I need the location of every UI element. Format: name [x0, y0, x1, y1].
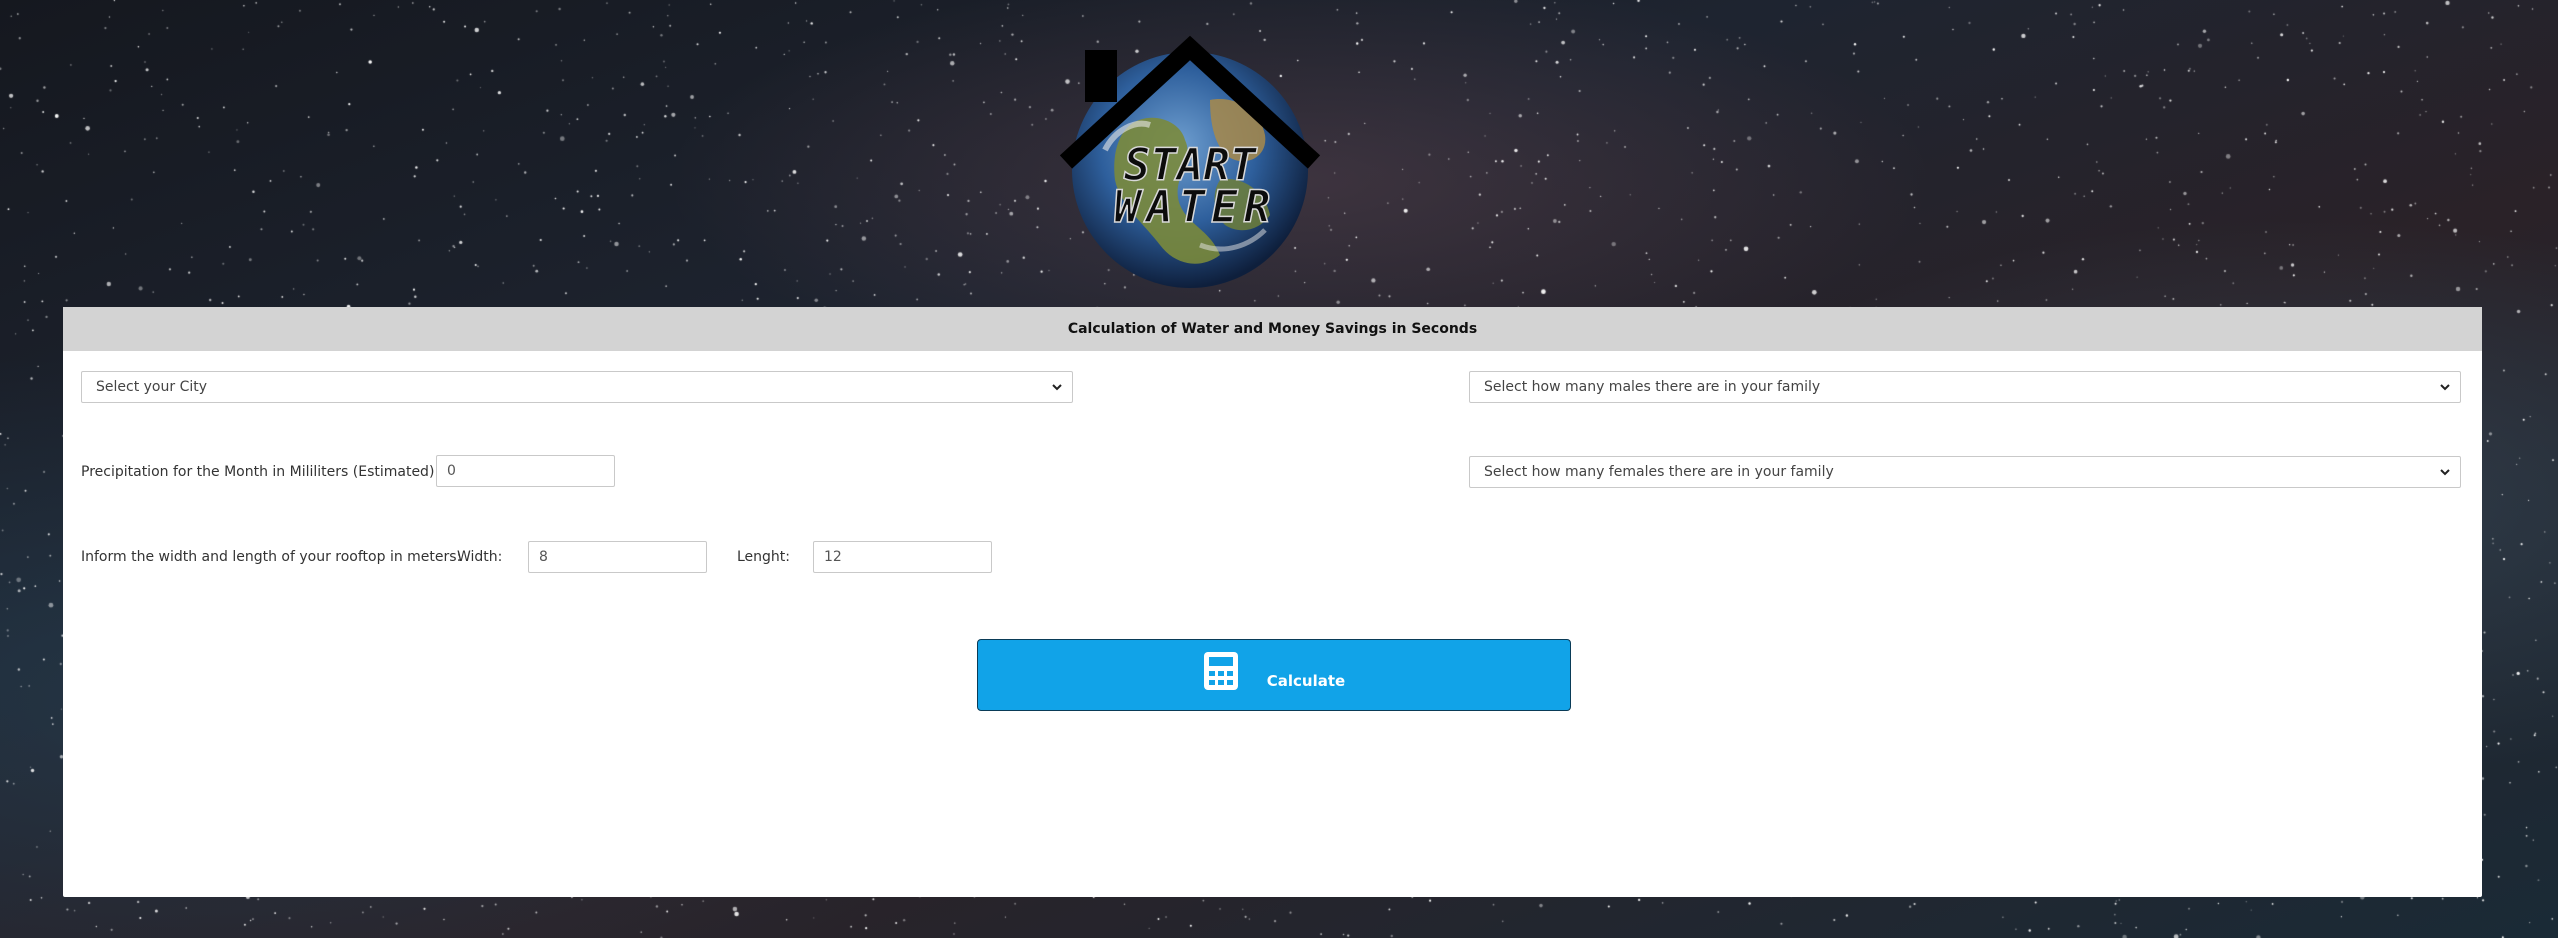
- calculator-icon: [1203, 652, 1238, 690]
- city-select-value: Select your City: [96, 379, 208, 395]
- males-select[interactable]: Select how many males there are in your …: [1469, 371, 2461, 403]
- panel-title: Calculation of Water and Money Savings i…: [1067, 321, 1478, 337]
- logo-text-line2: WATER: [1114, 182, 1276, 233]
- rooftop-label: Inform the width and length of your roof…: [81, 549, 462, 565]
- calculate-button[interactable]: Calculate: [977, 639, 1571, 711]
- width-label: Width:: [457, 549, 503, 565]
- length-label: Lenght:: [737, 549, 791, 565]
- chevron-down-icon: [1052, 384, 1062, 391]
- females-select[interactable]: Select how many females there are in you…: [1469, 456, 2461, 488]
- start-water-logo: START WATER: [1059, 30, 1321, 310]
- chevron-down-icon: [2440, 469, 2450, 476]
- precipitation-input[interactable]: [436, 455, 615, 487]
- calculator-panel: Calculation of Water and Money Savings i…: [63, 307, 2482, 897]
- calculate-button-label: Calculate: [1266, 672, 1346, 690]
- precipitation-label: Precipitation for the Month in Mililiter…: [81, 464, 440, 480]
- globe-house-logo-graphic: START WATER: [1059, 35, 1321, 288]
- chevron-down-icon: [2440, 384, 2450, 391]
- females-select-value: Select how many females there are in you…: [1484, 464, 1834, 480]
- panel-header: Calculation of Water and Money Savings i…: [63, 307, 2482, 351]
- males-select-value: Select how many males there are in your …: [1484, 379, 1821, 395]
- length-input[interactable]: [813, 541, 992, 573]
- width-input[interactable]: [528, 541, 707, 573]
- city-select[interactable]: Select your City: [81, 371, 1073, 403]
